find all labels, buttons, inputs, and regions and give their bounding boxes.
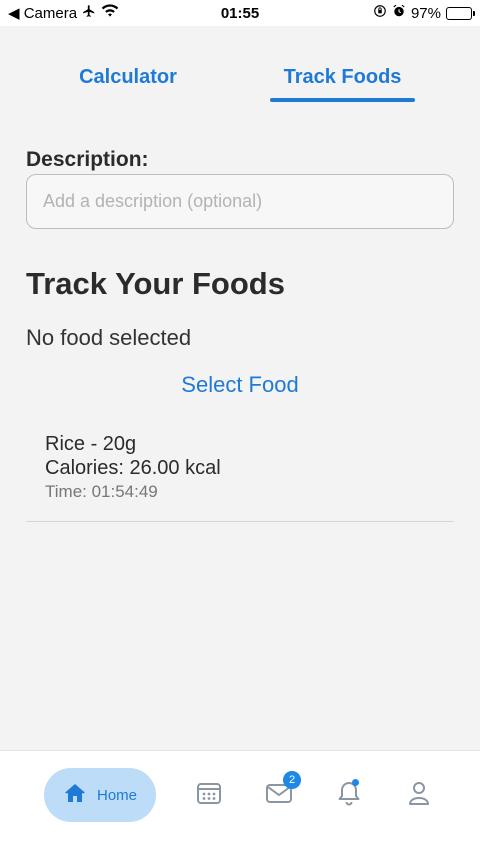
battery-percentage: 97%: [410, 4, 441, 22]
nav-notifications-button[interactable]: [334, 780, 364, 810]
nav-home-button[interactable]: Home: [44, 768, 156, 822]
calendar-icon: [195, 779, 223, 812]
food-entry-name: Rice - 20g: [45, 433, 137, 455]
tab-track-foods-label: Track Foods: [283, 65, 402, 88]
alarm-icon: [392, 4, 406, 22]
active-tab-indicator: [270, 98, 415, 102]
notification-dot: [352, 779, 359, 786]
orientation-lock-icon: [373, 4, 387, 22]
description-input[interactable]: [26, 174, 454, 229]
section-title: Track Your Foods: [26, 266, 285, 301]
tab-calculator[interactable]: Calculator: [40, 52, 216, 102]
list-item: Rice - 20g Calories: 26.00 kcal Time: 01…: [45, 432, 221, 504]
divider: [26, 521, 454, 522]
food-entry-time: Time: 01:54:49: [45, 482, 158, 501]
tab-track-foods[interactable]: Track Foods: [270, 52, 415, 102]
mail-badge: 2: [283, 771, 301, 789]
tab-bar: Calculator Track Foods: [0, 52, 480, 102]
bottom-nav: Home: [0, 750, 480, 854]
food-entry-calories: Calories: 26.00 kcal: [45, 457, 221, 479]
select-food-button[interactable]: Select Food: [0, 372, 480, 398]
back-to-camera-link[interactable]: ◀ Camera: [8, 4, 77, 22]
wifi-icon: [101, 4, 119, 22]
home-icon: [63, 781, 87, 810]
status-bar: ◀ Camera 01:55 97%: [0, 0, 480, 26]
no-food-selected-text: No food selected: [26, 325, 192, 350]
airplane-icon: [82, 4, 96, 22]
description-label: Description:: [26, 148, 149, 171]
nav-profile-button[interactable]: [404, 780, 434, 810]
nav-calendar-button[interactable]: [194, 780, 224, 810]
user-icon: [405, 779, 433, 812]
battery-icon: [446, 6, 475, 20]
nav-home-label: Home: [96, 786, 137, 804]
